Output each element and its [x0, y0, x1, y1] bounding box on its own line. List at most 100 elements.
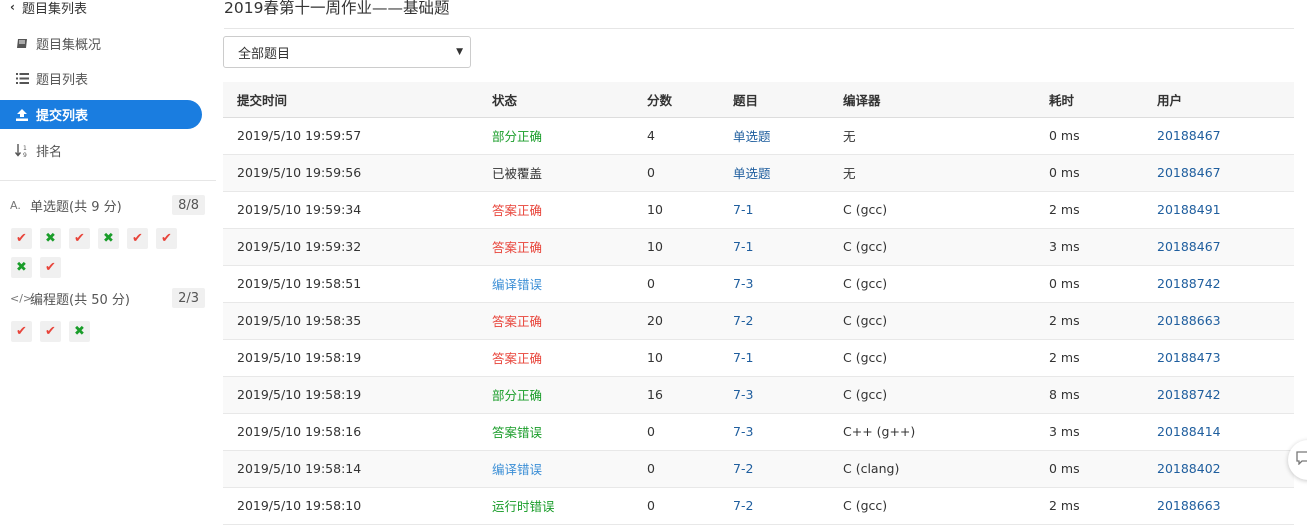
problem-link[interactable]: 7-3: [733, 424, 753, 439]
col-header-elapsed[interactable]: 耗时: [1035, 82, 1143, 117]
elapsed-cell: 2 ms: [1035, 191, 1143, 228]
cross-icon: ✖: [103, 231, 114, 246]
submit-time-cell: 2019/5/10 19:58:16: [237, 424, 362, 439]
col-header-time[interactable]: 提交时间: [223, 82, 478, 117]
problem-link[interactable]: 7-2: [733, 461, 753, 476]
col-header-problem[interactable]: 题目: [719, 82, 829, 117]
status-cell[interactable]: 答案正确: [492, 351, 542, 366]
code-icon: </>: [10, 291, 33, 305]
status-cell[interactable]: 答案正确: [492, 240, 542, 255]
correct-answer-badge[interactable]: ✔: [156, 228, 177, 249]
status-cell[interactable]: 答案错误: [492, 425, 542, 440]
wrong-answer-badge[interactable]: ✖: [98, 228, 119, 249]
compiler-cell: C (gcc): [843, 387, 888, 402]
score-cell: 4: [647, 128, 655, 143]
user-cell: 20188402: [1143, 450, 1294, 487]
submit-time-cell: 2019/5/10 19:58:51: [237, 276, 362, 291]
status-cell[interactable]: 部分正确: [492, 129, 542, 144]
col-header-user[interactable]: 用户: [1143, 82, 1294, 117]
compiler-cell: C (gcc): [843, 350, 888, 365]
status-cell[interactable]: 运行时错误: [492, 499, 555, 514]
score-cell: 4: [633, 117, 719, 154]
user-link[interactable]: 20188742: [1157, 387, 1221, 402]
status-cell[interactable]: 编译错误: [492, 462, 542, 477]
compiler-cell: C (gcc): [829, 191, 1035, 228]
problem-link[interactable]: 7-2: [733, 498, 753, 513]
wrong-answer-badge[interactable]: ✖: [69, 321, 90, 342]
problem-cell: 单选题: [719, 117, 829, 154]
score-cell: 10: [647, 239, 663, 254]
user-link[interactable]: 20188491: [1157, 202, 1221, 217]
compiler-cell: C (clang): [829, 450, 1035, 487]
score-cell: 20: [633, 302, 719, 339]
elapsed-cell: 8 ms: [1049, 387, 1080, 402]
svg-text:1: 1: [23, 145, 27, 152]
table-row: 2019/5/10 19:58:51 编译错误 0 7-3 C (gcc) 0 ms 201…: [223, 265, 1294, 302]
score-cell: 20: [647, 313, 663, 328]
problem-filter-select[interactable]: 全部题目 ▼: [223, 36, 471, 68]
user-cell: 20188742: [1143, 265, 1294, 302]
correct-answer-badge[interactable]: ✔: [127, 228, 148, 249]
title-divider: [224, 28, 1294, 29]
col-header-score[interactable]: 分数: [633, 82, 719, 117]
elapsed-cell: 3 ms: [1035, 413, 1143, 450]
sidebar-item-ranking[interactable]: 19 排名: [0, 136, 202, 165]
problem-link[interactable]: 单选题: [733, 129, 771, 144]
cross-icon: ✖: [16, 260, 27, 275]
problem-link[interactable]: 7-1: [733, 202, 753, 217]
wrong-answer-badge[interactable]: ✖: [40, 228, 61, 249]
user-link[interactable]: 20188742: [1157, 276, 1221, 291]
submit-time-cell: 2019/5/10 19:59:56: [237, 165, 362, 180]
problem-link[interactable]: 7-3: [733, 276, 753, 291]
status-cell[interactable]: 编译错误: [492, 277, 542, 292]
user-link[interactable]: 20188467: [1157, 128, 1221, 143]
wrong-answer-badge[interactable]: ✖: [11, 257, 32, 278]
cross-icon: ✖: [45, 231, 56, 246]
correct-answer-badge[interactable]: ✔: [40, 257, 61, 278]
chat-icon: [1296, 451, 1307, 469]
back-to-problem-sets-link[interactable]: ‹ 题目集列表: [10, 0, 87, 17]
compiler-cell: C (gcc): [843, 498, 888, 513]
problem-link[interactable]: 7-2: [733, 313, 753, 328]
correct-answer-badge[interactable]: ✔: [11, 228, 32, 249]
col-header-compiler[interactable]: 编译器: [829, 82, 1035, 117]
correct-answer-badge[interactable]: ✔: [11, 321, 32, 342]
compiler-cell: C (gcc): [829, 487, 1035, 524]
user-link[interactable]: 20188414: [1157, 424, 1221, 439]
user-cell: 20188491: [1143, 191, 1294, 228]
problem-link[interactable]: 7-1: [733, 239, 753, 254]
score-cell: 0: [647, 165, 655, 180]
user-link[interactable]: 20188467: [1157, 165, 1221, 180]
status-cell[interactable]: 答案正确: [492, 203, 542, 218]
correct-answer-badge[interactable]: ✔: [40, 321, 61, 342]
elapsed-cell: 2 ms: [1035, 487, 1143, 524]
problem-link[interactable]: 单选题: [733, 166, 771, 181]
sidebar-item-label: 提交列表: [36, 109, 89, 124]
sidebar-item-submissions[interactable]: 提交列表: [0, 100, 202, 129]
submit-time-cell: 2019/5/10 19:59:34: [237, 202, 362, 217]
sidebar-item-overview[interactable]: 题目集概况: [0, 29, 202, 58]
problem-cell: 7-1: [719, 339, 829, 376]
correct-answer-badge[interactable]: ✔: [69, 228, 90, 249]
user-link[interactable]: 20188402: [1157, 461, 1221, 476]
user-link[interactable]: 20188663: [1157, 313, 1221, 328]
problem-link[interactable]: 7-1: [733, 350, 753, 365]
compiler-cell: C (gcc): [843, 313, 888, 328]
score-cell: 0: [633, 413, 719, 450]
sidebar-item-problem-list[interactable]: 题目列表: [0, 64, 202, 93]
submit-time-cell: 2019/5/10 19:58:10: [223, 487, 478, 524]
elapsed-cell: 0 ms: [1035, 154, 1143, 191]
submit-time-cell: 2019/5/10 19:58:19: [223, 339, 478, 376]
user-link[interactable]: 20188467: [1157, 239, 1221, 254]
user-link[interactable]: 20188473: [1157, 350, 1221, 365]
problem-link[interactable]: 7-3: [733, 387, 753, 402]
elapsed-cell: 2 ms: [1049, 498, 1080, 513]
user-link[interactable]: 20188663: [1157, 498, 1221, 513]
col-header-status[interactable]: 状态: [478, 82, 633, 117]
score-cell: 16: [633, 376, 719, 413]
cross-icon: ✖: [74, 324, 85, 339]
check-icon: ✔: [16, 324, 27, 339]
status-cell[interactable]: 部分正确: [492, 388, 542, 403]
user-cell: 20188663: [1143, 302, 1294, 339]
status-cell[interactable]: 答案正确: [492, 314, 542, 329]
